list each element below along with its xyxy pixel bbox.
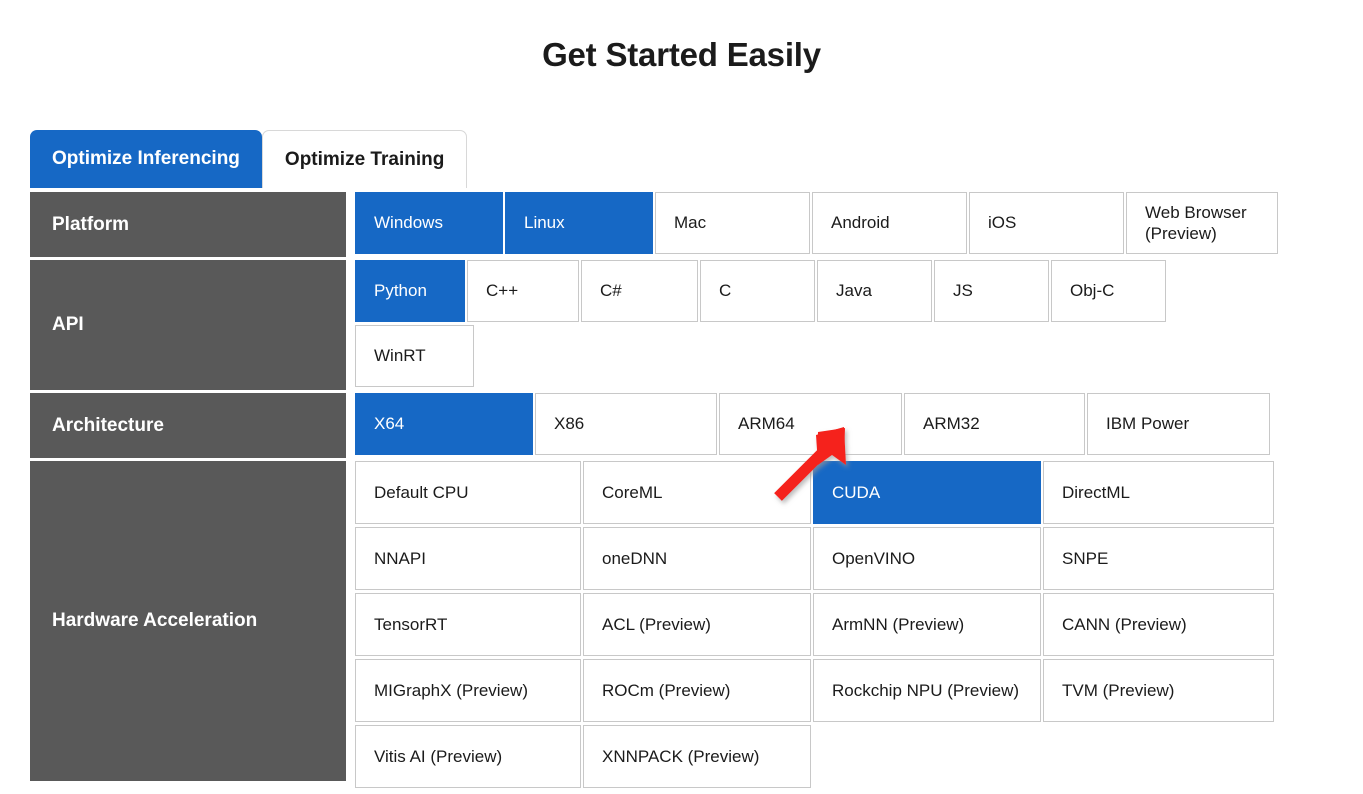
option-label: C++ xyxy=(486,281,519,301)
row-label-hardware-acceleration: Hardware Acceleration xyxy=(30,461,346,781)
matrix-row-architecture: Architecture X64 X86 ARM64 ARM32 IBM Power xyxy=(30,393,1280,458)
option-label: TVM (Preview) xyxy=(1062,680,1175,700)
option-arm64[interactable]: ARM64 xyxy=(719,393,902,455)
option-android[interactable]: Android xyxy=(812,192,967,254)
option-label: SNPE xyxy=(1062,548,1109,568)
row-label-text: API xyxy=(52,314,84,335)
option-label: OpenVINO xyxy=(832,548,916,568)
option-label: ROCm (Preview) xyxy=(602,680,731,700)
option-label: MIGraphX (Preview) xyxy=(374,680,528,700)
tab-optimize-inferencing[interactable]: Optimize Inferencing xyxy=(30,130,262,188)
option-x64[interactable]: X64 xyxy=(355,393,533,455)
option-label: Mac xyxy=(674,213,707,233)
option-openvino[interactable]: OpenVINO xyxy=(813,527,1041,590)
option-label: IBM Power xyxy=(1106,414,1190,434)
option-label: Default CPU xyxy=(374,482,469,502)
option-label: CoreML xyxy=(602,482,663,502)
option-label: Linux xyxy=(524,213,565,233)
option-label: TensorRT xyxy=(374,614,448,634)
option-label: Web Browser (Preview) xyxy=(1145,202,1247,243)
option-label: WinRT xyxy=(374,346,426,366)
option-label: ARM64 xyxy=(738,414,795,434)
page-title: Get Started Easily xyxy=(542,36,821,73)
option-nnapi[interactable]: NNAPI xyxy=(355,527,581,590)
option-label: NNAPI xyxy=(374,548,426,568)
option-xnnpack-preview[interactable]: XNNPACK (Preview) xyxy=(583,725,811,788)
option-label: CANN (Preview) xyxy=(1062,614,1187,634)
option-js[interactable]: JS xyxy=(934,260,1049,322)
option-label: Java xyxy=(836,281,872,301)
row-options-api: Python C++ C# C Java JS Obj-C WinRT xyxy=(355,260,1280,390)
tab-optimize-training[interactable]: Optimize Training xyxy=(261,130,468,188)
matrix-row-hardware-acceleration: Hardware Acceleration Default CPU CoreML CU… xyxy=(30,461,1280,791)
option-arm32[interactable]: ARM32 xyxy=(904,393,1085,455)
tab-bar: Optimize Inferencing Optimize Training xyxy=(30,130,468,188)
matrix-row-platform: Platform Windows Linux Mac Android iOS Web Bro… xyxy=(30,192,1280,257)
option-acl-preview[interactable]: ACL (Preview) xyxy=(583,593,811,656)
row-options-architecture: X64 X86 ARM64 ARM32 IBM Power xyxy=(355,393,1280,458)
option-ios[interactable]: iOS xyxy=(969,192,1124,254)
option-label: CUDA xyxy=(832,482,881,502)
option-label: ArmNN (Preview) xyxy=(832,614,965,634)
option-web-browser-preview[interactable]: Web Browser (Preview) xyxy=(1126,192,1278,254)
option-label: ACL (Preview) xyxy=(602,614,711,634)
option-label: iOS xyxy=(988,213,1017,233)
option-tensorrt[interactable]: TensorRT xyxy=(355,593,581,656)
config-matrix: Platform Windows Linux Mac Android iOS Web Bro… xyxy=(30,192,1280,794)
option-label: oneDNN xyxy=(602,548,668,568)
option-tvm-preview[interactable]: TVM (Preview) xyxy=(1043,659,1274,722)
option-label: XNNPACK (Preview) xyxy=(602,746,760,766)
page-root: Get Started Easily Optimize Inferencing O… xyxy=(0,0,1363,794)
option-winrt[interactable]: WinRT xyxy=(355,325,474,387)
row-options-hardware-acceleration: Default CPU CoreML CUDA DirectML NNAPI oneDNN… xyxy=(355,461,1280,791)
option-cann-preview[interactable]: CANN (Preview) xyxy=(1043,593,1274,656)
option-c[interactable]: C# xyxy=(581,260,698,322)
matrix-row-api: API Python C++ C# C Java JS Obj-C WinRT xyxy=(30,260,1280,390)
option-label: Python xyxy=(374,281,427,301)
option-label: C xyxy=(719,281,732,301)
option-label: X64 xyxy=(374,414,405,434)
option-c[interactable]: C xyxy=(700,260,815,322)
option-coreml[interactable]: CoreML xyxy=(583,461,811,524)
option-label: Android xyxy=(831,213,890,233)
row-label-platform: Platform xyxy=(30,192,346,257)
option-rocm-preview[interactable]: ROCm (Preview) xyxy=(583,659,811,722)
row-label-text: Platform xyxy=(52,213,130,235)
option-label: Vitis AI (Preview) xyxy=(374,746,503,766)
option-snpe[interactable]: SNPE xyxy=(1043,527,1274,590)
option-label: Obj-C xyxy=(1070,281,1115,301)
option-label: X86 xyxy=(554,414,585,434)
option-windows[interactable]: Windows xyxy=(355,192,503,254)
row-label-architecture: Architecture xyxy=(30,393,346,458)
tab-label: Optimize Training xyxy=(284,148,445,170)
option-vitis-ai-preview[interactable]: Vitis AI (Preview) xyxy=(355,725,581,788)
option-migraphx-preview[interactable]: MIGraphX (Preview) xyxy=(355,659,581,722)
option-cuda[interactable]: CUDA xyxy=(813,461,1041,524)
tab-label: Optimize Inferencing xyxy=(52,148,240,169)
option-label: DirectML xyxy=(1062,482,1131,502)
option-default-cpu[interactable]: Default CPU xyxy=(355,461,581,524)
option-label: Rockchip NPU (Preview) xyxy=(832,680,1020,700)
option-mac[interactable]: Mac xyxy=(655,192,810,254)
row-label-text: Architecture xyxy=(52,414,164,436)
option-label: Windows xyxy=(374,213,443,233)
row-label-text: Hardware Acceleration xyxy=(52,610,258,631)
option-c[interactable]: C++ xyxy=(467,260,579,322)
option-label: ARM32 xyxy=(923,414,980,434)
option-rockchip-npu-preview[interactable]: Rockchip NPU (Preview) xyxy=(813,659,1041,722)
option-armnn-preview[interactable]: ArmNN (Preview) xyxy=(813,593,1041,656)
option-x86[interactable]: X86 xyxy=(535,393,717,455)
option-ibm-power[interactable]: IBM Power xyxy=(1087,393,1270,455)
row-options-platform: Windows Linux Mac Android iOS Web Browser (Pr… xyxy=(355,192,1280,257)
option-linux[interactable]: Linux xyxy=(505,192,653,254)
option-onednn[interactable]: oneDNN xyxy=(583,527,811,590)
option-python[interactable]: Python xyxy=(355,260,465,322)
option-label: JS xyxy=(953,281,973,301)
row-label-api: API xyxy=(30,260,346,390)
option-directml[interactable]: DirectML xyxy=(1043,461,1274,524)
option-java[interactable]: Java xyxy=(817,260,932,322)
option-label: C# xyxy=(600,281,622,301)
option-obj-c[interactable]: Obj-C xyxy=(1051,260,1166,322)
